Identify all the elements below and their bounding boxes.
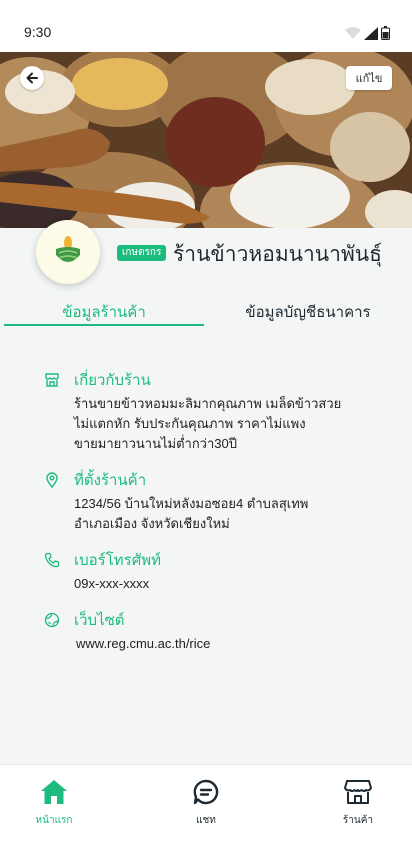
website-title: เว็บไซต์	[74, 612, 125, 629]
farmer-badge: เกษตรกร	[117, 245, 167, 261]
status-icons	[345, 26, 390, 40]
battery-icon	[381, 26, 390, 40]
phone-icon	[44, 552, 60, 568]
shop-icon	[344, 780, 372, 804]
nav-chat[interactable]: แชท	[176, 779, 236, 828]
home-icon	[41, 780, 67, 804]
back-arrow-icon	[26, 72, 38, 84]
store-icon	[45, 373, 59, 387]
rice-logo-icon	[56, 236, 80, 262]
about-line: ไม่แตกหัก รับประกันคุณภาพ ราคาไม่แพง	[74, 416, 306, 431]
status-time: 9:30	[24, 24, 52, 40]
location-text: 1234/56 บ้านใหม่หลังมอซอย4 ตำบลสุเทพ อำเ…	[74, 494, 308, 534]
location-pin-icon	[46, 472, 58, 488]
nav-chat-label: แชท	[196, 815, 216, 826]
about-text: ร้านขายข้าวหอมมะลิมากคุณภาพ เมล็ดข้าวสวย…	[74, 394, 341, 454]
nav-home[interactable]: หน้าแรก	[24, 779, 84, 828]
website-link[interactable]: www.reg.cmu.ac.th/rice	[76, 634, 210, 654]
nav-home-label: หน้าแรก	[35, 815, 73, 826]
phone-title: เบอร์โทรศัพท์	[74, 552, 162, 569]
about-line: ร้านขายข้าวหอมมะลิมากคุณภาพ เมล็ดข้าวสวย	[74, 396, 342, 411]
tab-bar: ข้อมูลร้านค้า ข้อมูลบัญชีธนาคาร	[0, 300, 412, 328]
location-line: 1234/56 บ้านใหม่หลังมอซอย4 ตำบลสุเทพ	[74, 496, 309, 511]
status-bar: 9:30	[0, 0, 412, 52]
nav-shop[interactable]: ร้านค้า	[328, 779, 388, 828]
phone-number[interactable]: 09x-xxx-xxxx	[74, 574, 149, 594]
edit-button[interactable]: แก้ไข	[346, 66, 392, 90]
signal-icon	[364, 26, 378, 40]
nav-shop-label: ร้านค้า	[342, 815, 374, 826]
location-title: ที่ตั้งร้านค้า	[74, 472, 147, 489]
store-name: ร้านข้าวหอมนานาพันธุ์	[173, 243, 382, 266]
globe-icon	[44, 612, 60, 628]
tab-bank-info[interactable]: ข้อมูลบัญชีธนาคาร	[208, 300, 408, 326]
back-button[interactable]	[20, 66, 44, 90]
about-line: ขายมายาวนานไม่ต่ำกว่า30ปี	[74, 436, 237, 451]
location-line: อำเภอเมือง จังหวัดเชียงใหม่	[74, 516, 230, 531]
wifi-icon	[345, 27, 361, 39]
chat-icon	[193, 779, 219, 805]
bottom-nav: หน้าแรก แชท ร้านค้า	[0, 764, 412, 844]
tab-store-info[interactable]: ข้อมูลร้านค้า	[4, 300, 204, 326]
store-logo	[36, 220, 100, 284]
about-title: เกี่ยวกับร้าน	[74, 372, 151, 389]
